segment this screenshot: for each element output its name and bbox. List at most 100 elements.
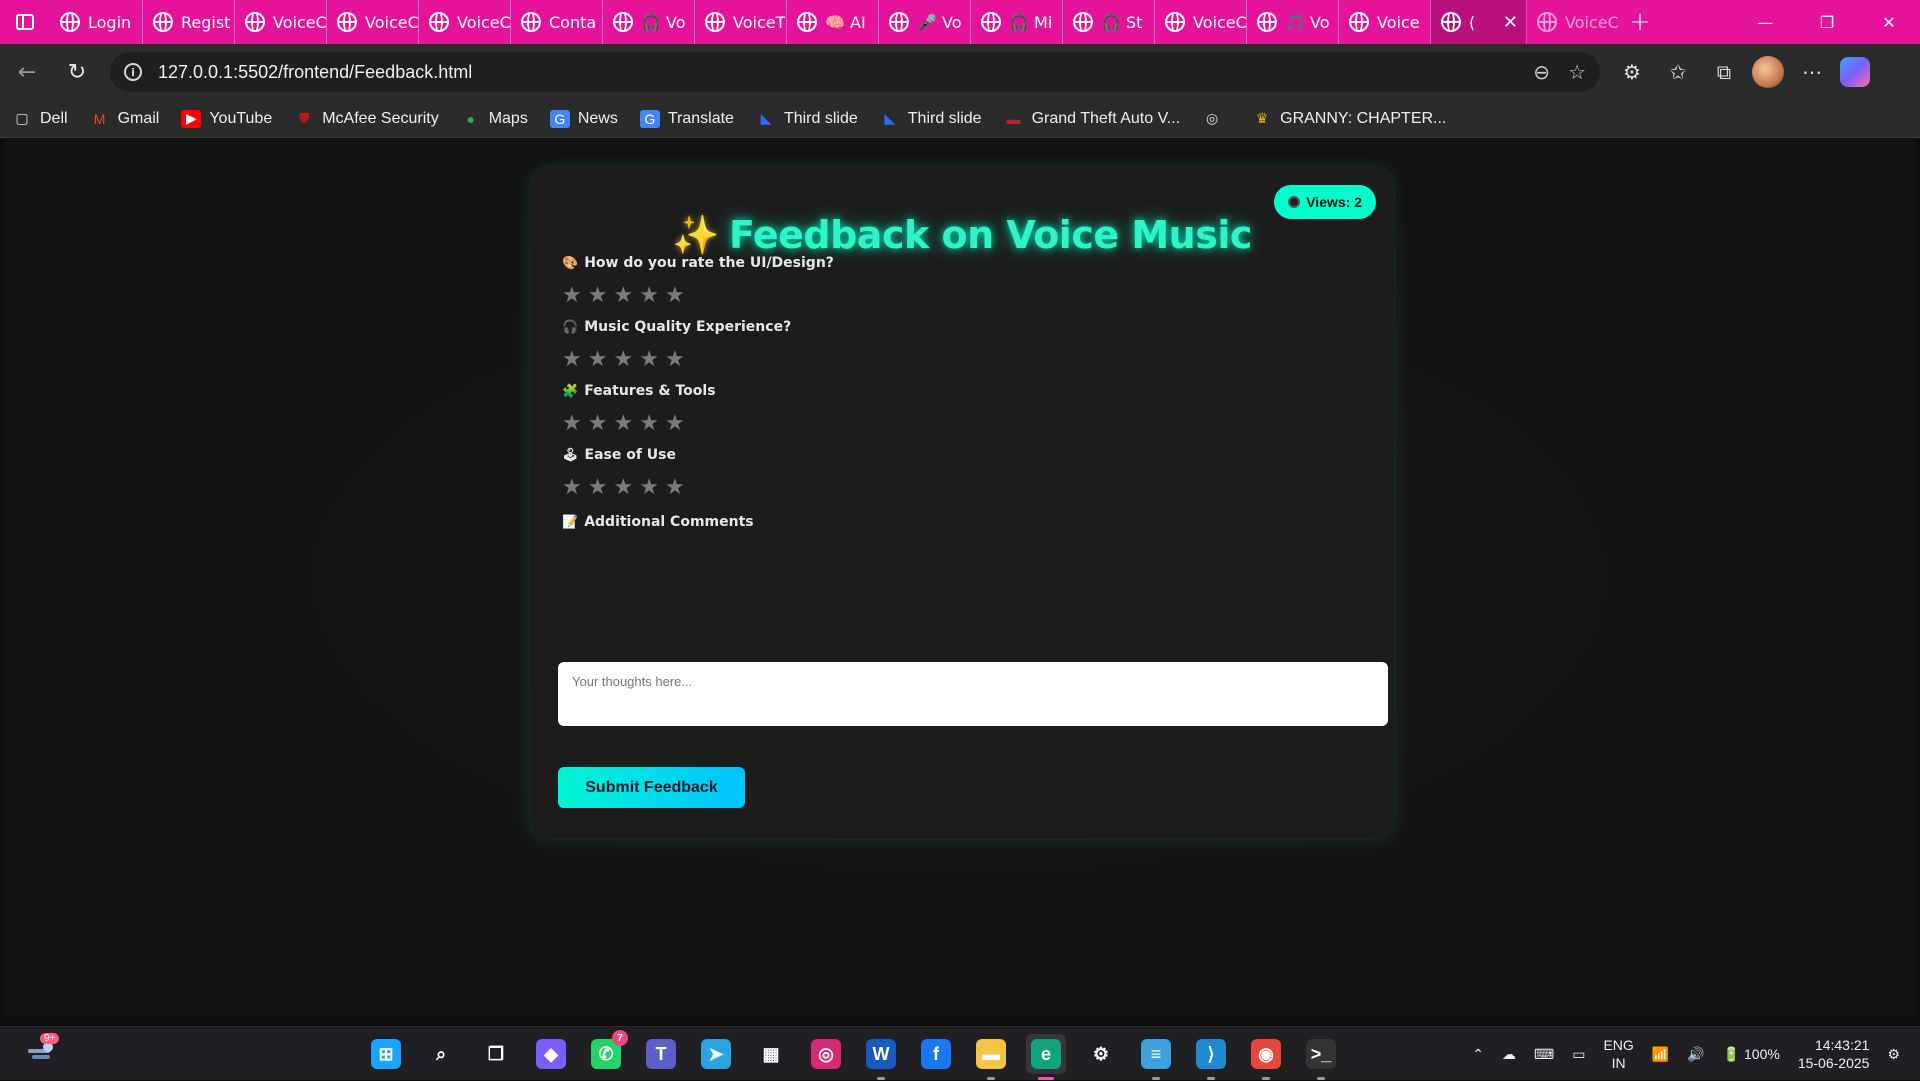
close-window-button[interactable]: ✕ bbox=[1858, 0, 1920, 44]
browser-tab[interactable]: VoiceC bbox=[418, 0, 510, 44]
taskbar-app-button[interactable]: f bbox=[916, 1034, 956, 1074]
avatar[interactable] bbox=[1752, 56, 1784, 88]
restore-button[interactable]: ❐ bbox=[1796, 0, 1858, 44]
collections-icon[interactable]: ⧉ bbox=[1706, 54, 1742, 90]
bookmark-item[interactable]: ◣ Third slide bbox=[755, 109, 858, 128]
wifi-icon[interactable]: 📶 bbox=[1652, 1046, 1669, 1063]
new-tab-button[interactable]: + bbox=[1618, 0, 1662, 44]
star-icon[interactable]: ★ bbox=[665, 285, 685, 307]
browser-tab[interactable]: 🎤 Vo bbox=[878, 0, 970, 44]
minimize-button[interactable]: — bbox=[1734, 0, 1796, 44]
bookmark-item[interactable]: ♛ GRANNY: CHAPTER... bbox=[1252, 109, 1446, 128]
favorite-star-icon[interactable]: ☆ bbox=[1568, 60, 1586, 84]
bookmark-item[interactable]: ● Maps bbox=[460, 109, 528, 128]
star-icon[interactable]: ★ bbox=[639, 477, 659, 499]
chevron-up-icon[interactable]: ⌃ bbox=[1472, 1046, 1484, 1063]
browser-tab[interactable]: 🎧 St bbox=[1062, 0, 1154, 44]
browser-tab[interactable]: VoiceC bbox=[326, 0, 418, 44]
taskbar-app-button[interactable]: T bbox=[641, 1034, 681, 1074]
crown-icon: ♛ bbox=[1252, 109, 1273, 128]
taskbar-app-button[interactable]: >_ bbox=[1301, 1034, 1341, 1080]
taskbar-app-button[interactable]: ⊞ bbox=[366, 1034, 406, 1074]
browser-tab[interactable]: VoiceC bbox=[1154, 0, 1246, 44]
star-icon[interactable]: ★ bbox=[613, 477, 633, 499]
taskbar-app-button[interactable]: ⚙ bbox=[1081, 1034, 1121, 1074]
star-icon[interactable]: ★ bbox=[665, 477, 685, 499]
taskbar-app-button[interactable]: ◉ bbox=[1246, 1034, 1286, 1080]
comments-textarea[interactable] bbox=[558, 662, 1388, 726]
star-icon[interactable]: ★ bbox=[562, 477, 582, 499]
star-icon[interactable]: ★ bbox=[588, 285, 608, 307]
bookmark-item[interactable]: M Gmail bbox=[89, 109, 159, 128]
star-icon[interactable]: ★ bbox=[613, 413, 633, 435]
bookmark-item[interactable]: G News bbox=[549, 109, 618, 128]
browser-tab[interactable]: Regist bbox=[142, 0, 234, 44]
star-icon[interactable]: ★ bbox=[562, 413, 582, 435]
submit-feedback-button[interactable]: Submit Feedback bbox=[558, 767, 745, 808]
copilot-icon[interactable] bbox=[1840, 57, 1870, 87]
taskbar-app-button[interactable]: ❐ bbox=[476, 1034, 516, 1074]
browser-tab[interactable]: 🎧 Mi bbox=[970, 0, 1062, 44]
star-icon[interactable]: ★ bbox=[639, 413, 659, 435]
bookmark-item[interactable]: ▢ Dell bbox=[12, 109, 68, 128]
browser-tab[interactable]: (✕ bbox=[1430, 0, 1526, 44]
taskbar-app-button[interactable]: W bbox=[861, 1034, 901, 1080]
taskbar-app-button[interactable]: ◎ bbox=[806, 1034, 846, 1074]
star-icon[interactable]: ★ bbox=[639, 285, 659, 307]
taskbar-app-button[interactable]: ➤ bbox=[696, 1034, 736, 1074]
browser-tab[interactable]: Voice bbox=[1338, 0, 1430, 44]
favorites-icon[interactable]: ✩ bbox=[1660, 54, 1696, 90]
taskbar-app-button[interactable]: ✆ 7 bbox=[586, 1030, 628, 1074]
browser-tab[interactable]: VoiceC bbox=[234, 0, 326, 44]
browser-tab[interactable]: 🎵 Vo bbox=[1246, 0, 1338, 44]
address-bar[interactable]: i 127.0.0.1:5502/frontend/Feedback.html … bbox=[110, 52, 1600, 92]
star-icon[interactable]: ★ bbox=[562, 285, 582, 307]
widgets-button[interactable]: 9+ bbox=[26, 1033, 60, 1069]
browser-tab[interactable]: VoiceC bbox=[1526, 0, 1618, 44]
bookmark-item[interactable]: ◣ Third slide bbox=[879, 109, 982, 128]
bookmark-item[interactable]: G Translate bbox=[639, 109, 734, 128]
extensions-icon[interactable]: ⚙ bbox=[1614, 54, 1650, 90]
touchpad-icon[interactable]: ▭ bbox=[1572, 1046, 1585, 1063]
more-menu-icon[interactable]: ⋯ bbox=[1794, 54, 1830, 90]
taskbar-app-button[interactable]: ◆ bbox=[531, 1034, 571, 1074]
taskbar-app-button[interactable]: ⟩ bbox=[1191, 1034, 1231, 1080]
star-icon[interactable]: ★ bbox=[613, 285, 633, 307]
site-info-icon[interactable]: i bbox=[124, 63, 142, 81]
url-text[interactable]: 127.0.0.1:5502/frontend/Feedback.html bbox=[158, 62, 472, 83]
notifications-icon[interactable]: ⚙ bbox=[1887, 1046, 1900, 1063]
star-icon[interactable]: ★ bbox=[665, 413, 685, 435]
tab-actions-button[interactable] bbox=[0, 0, 50, 44]
star-icon[interactable]: ★ bbox=[588, 349, 608, 371]
language-indicator[interactable]: ENG IN bbox=[1603, 1036, 1633, 1072]
star-icon[interactable]: ★ bbox=[562, 349, 582, 371]
taskbar-app-button[interactable]: ▬ bbox=[971, 1034, 1011, 1080]
volume-icon[interactable]: 🔊 bbox=[1687, 1046, 1704, 1063]
reload-button[interactable]: ↻ bbox=[54, 49, 100, 95]
star-icon[interactable]: ★ bbox=[665, 349, 685, 371]
browser-tab[interactable]: VoiceT bbox=[694, 0, 786, 44]
taskbar-app-button[interactable]: e bbox=[1026, 1034, 1066, 1080]
browser-tab[interactable]: 🧠 AI bbox=[786, 0, 878, 44]
onedrive-icon[interactable]: ☁ bbox=[1502, 1046, 1516, 1063]
taskbar-app-button[interactable]: ≡ bbox=[1136, 1034, 1176, 1080]
browser-tab[interactable]: Conta bbox=[510, 0, 602, 44]
close-tab-icon[interactable]: ✕ bbox=[1503, 12, 1518, 33]
browser-tab[interactable]: Login bbox=[50, 0, 142, 44]
taskbar-app-button[interactable]: ⌕ bbox=[421, 1034, 461, 1074]
bookmark-item[interactable]: ⛊ McAfee Security bbox=[294, 109, 439, 128]
bookmark-item[interactable]: ▬ Grand Theft Auto V... bbox=[1003, 109, 1180, 128]
browser-tab[interactable]: 🎧 Vo bbox=[602, 0, 694, 44]
back-button[interactable]: ← bbox=[4, 49, 50, 95]
star-icon[interactable]: ★ bbox=[613, 349, 633, 371]
star-icon[interactable]: ★ bbox=[639, 349, 659, 371]
battery-indicator[interactable]: 🔋 100% bbox=[1723, 1046, 1780, 1063]
star-icon[interactable]: ★ bbox=[588, 413, 608, 435]
star-icon[interactable]: ★ bbox=[588, 477, 608, 499]
keyboard-icon[interactable]: ⌨ bbox=[1534, 1046, 1554, 1063]
zoom-out-icon[interactable]: ⊖ bbox=[1533, 60, 1550, 84]
bookmark-item[interactable]: ◎ bbox=[1202, 109, 1230, 128]
clock[interactable]: 14:43:21 15-06-2025 bbox=[1798, 1036, 1870, 1072]
taskbar-app-button[interactable]: ▦ bbox=[751, 1034, 791, 1074]
bookmark-item[interactable]: ▶ YouTube bbox=[181, 109, 272, 128]
